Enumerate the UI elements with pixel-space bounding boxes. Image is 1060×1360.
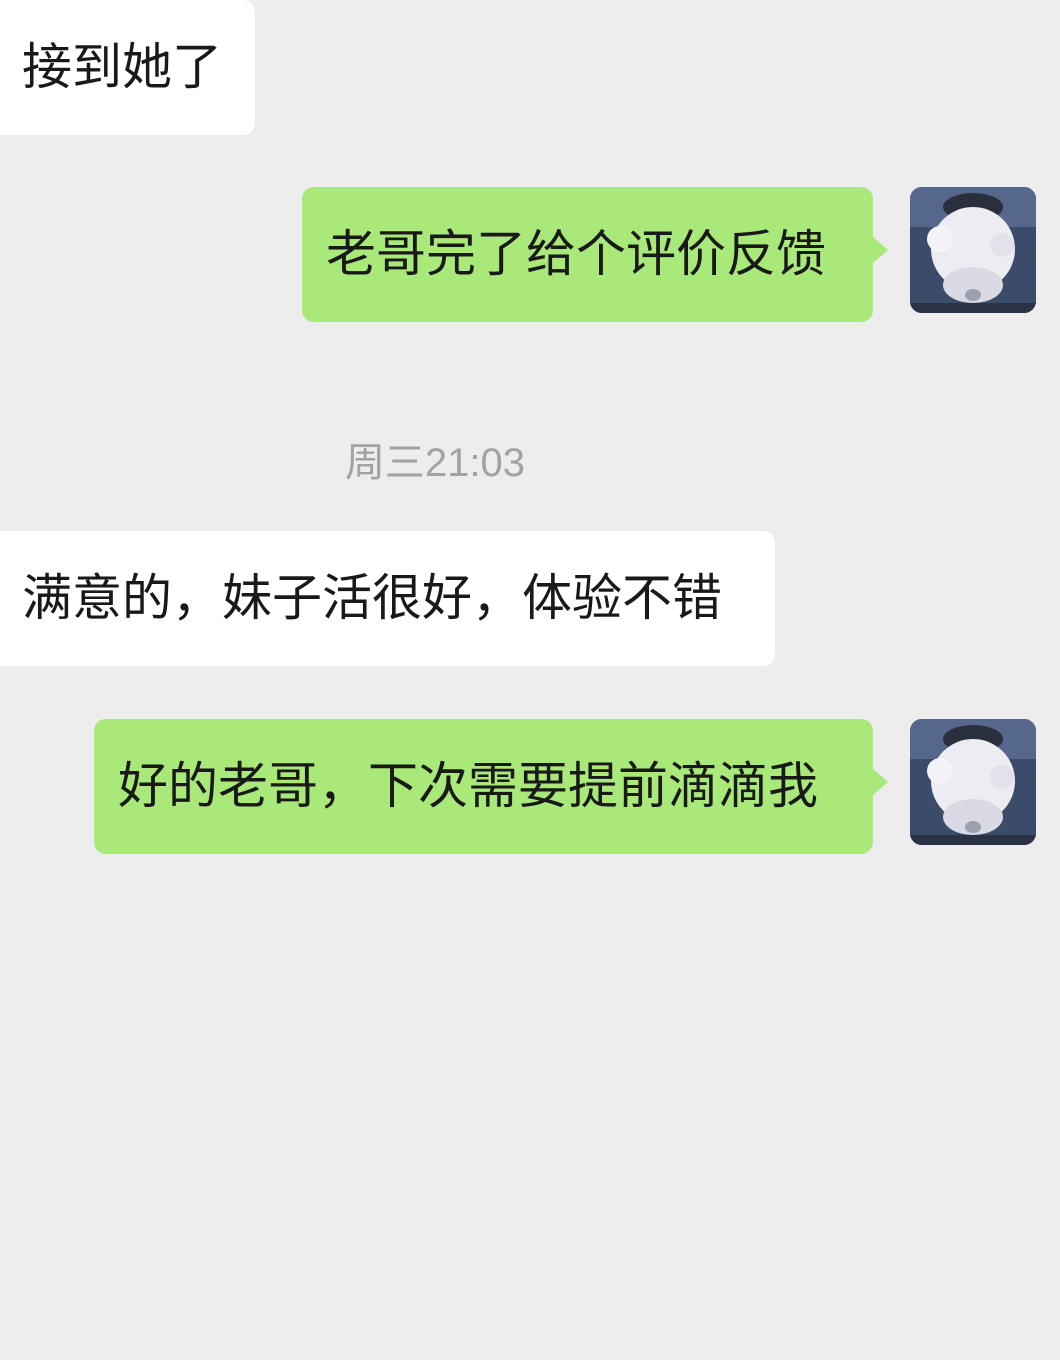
- message-bubble-outgoing[interactable]: 老哥完了给个评价反馈: [302, 187, 873, 322]
- snowman-avatar-icon: [910, 187, 1036, 313]
- timestamp: 周三21:03: [344, 441, 526, 485]
- message-text: 接到她了: [22, 38, 222, 96]
- message-bubble-incoming[interactable]: 满意的，妹子活很好，体验不错: [0, 531, 775, 666]
- message-text: 好的老哥，下次需要提前滴滴我: [118, 757, 818, 815]
- bubble-tail: [872, 236, 888, 264]
- message-text: 满意的，妹子活很好，体验不错: [22, 569, 722, 627]
- message-bubble-incoming[interactable]: 接到她了: [0, 0, 255, 135]
- snowman-avatar[interactable]: [910, 187, 1036, 313]
- message-bubble-outgoing[interactable]: 好的老哥，下次需要提前滴滴我: [94, 719, 873, 854]
- bubble-tail: [872, 768, 888, 796]
- snowman-avatar[interactable]: [910, 719, 1036, 845]
- snowman-avatar-icon: [910, 719, 1036, 845]
- chat-area[interactable]: 接到她了 老哥完了给个评价反馈 周三21:03 满意的，妹子活很好，体验不错 好…: [0, 0, 1060, 1360]
- message-text: 老哥完了给个评价反馈: [326, 225, 826, 283]
